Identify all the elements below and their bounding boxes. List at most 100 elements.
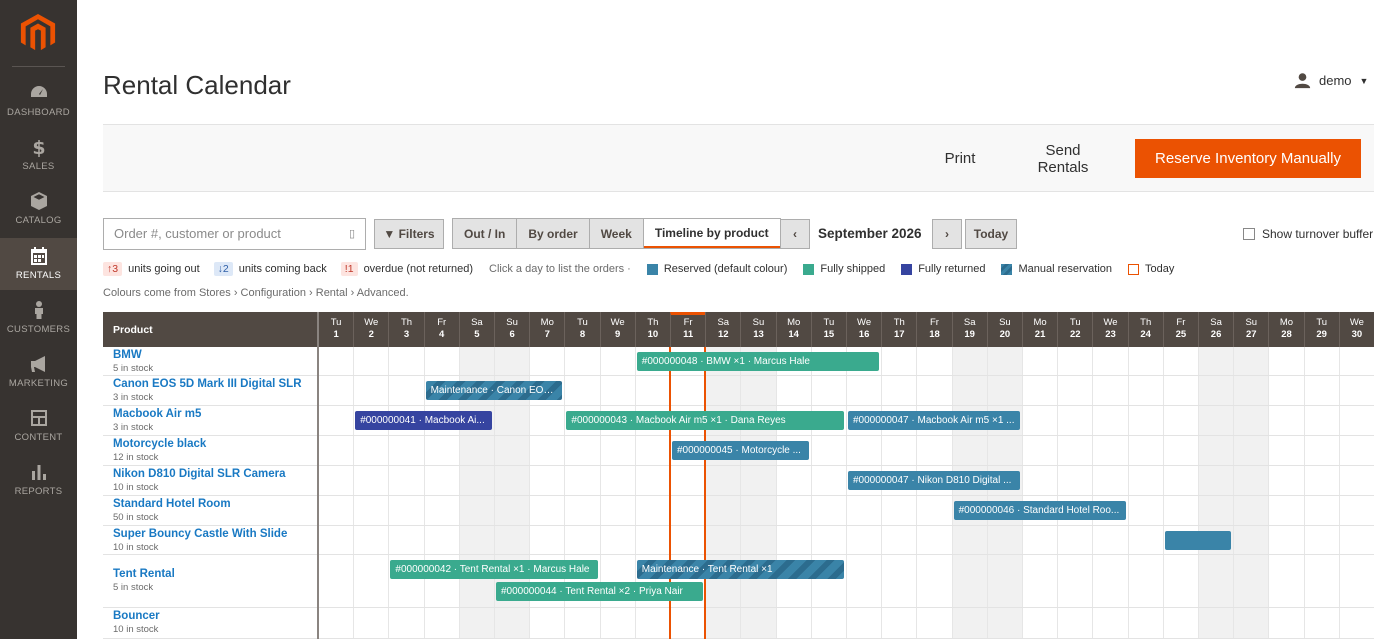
- view-tab-timeline[interactable]: Timeline by product: [643, 219, 780, 248]
- day-header[interactable]: We 30: [1338, 312, 1374, 347]
- day-number: 28: [1281, 329, 1292, 340]
- day-header[interactable]: We 2: [353, 312, 388, 347]
- day-header[interactable]: Tu 29: [1303, 312, 1339, 347]
- day-header[interactable]: Su 27: [1233, 312, 1268, 347]
- view-tab-week[interactable]: Week: [589, 219, 644, 248]
- timeline-header: Product Tu 1 We 2 Th 3 Fr 4 Sa 5 Su 6 Mo 7 Tu 8 We 9 Th 10 F…: [103, 312, 1374, 347]
- sidebar-item-content[interactable]: CONTENT: [0, 400, 77, 452]
- reservation-bar[interactable]: #000000047 · Macbook Air m5 ×1 ...: [848, 411, 1020, 430]
- day-header[interactable]: Tu 15: [810, 312, 846, 347]
- day-header[interactable]: Th 3: [388, 312, 423, 347]
- product-link[interactable]: Nikon D810 Digital SLR Camera: [113, 468, 286, 480]
- view-tab-by-order[interactable]: By order: [517, 219, 590, 248]
- day-header[interactable]: Sa 19: [951, 312, 987, 347]
- day-header[interactable]: Sa 5: [458, 312, 494, 347]
- today-button[interactable]: Today: [965, 219, 1017, 249]
- sidebar-item-label: CUSTOMERS: [6, 323, 71, 335]
- day-header[interactable]: Mo 7: [529, 312, 564, 347]
- day-number: 12: [717, 329, 729, 340]
- day-number: 3: [403, 329, 410, 340]
- reservation-bar[interactable]: #000000048 · BMW ×1 · Marcus Hale: [636, 352, 880, 371]
- reservation-bar[interactable]: Maintenance · Canon EOS...: [425, 381, 563, 400]
- view-tab-out-in[interactable]: Out / In: [453, 219, 518, 248]
- day-header[interactable]: Th 24: [1127, 312, 1163, 347]
- sidebar-item-catalog[interactable]: CATALOG: [0, 183, 77, 235]
- day-header[interactable]: Sa 12: [705, 312, 740, 347]
- reservation-bar[interactable]: [1164, 531, 1232, 550]
- next-month-button[interactable]: ›: [932, 219, 962, 249]
- today-swatch: [1128, 263, 1140, 275]
- out-label: units going out: [128, 263, 200, 275]
- day-header[interactable]: Fr 11: [670, 312, 706, 347]
- weekday-label: Tu: [1069, 317, 1081, 328]
- clear-search-icon[interactable]: ▯: [349, 219, 355, 249]
- reserved-swatch: [646, 263, 658, 275]
- day-header[interactable]: Th 17: [881, 312, 916, 347]
- sidebar-item-dashboard[interactable]: DASHBOARD: [0, 75, 77, 127]
- reserve-inventory-button[interactable]: Reserve Inventory Manually: [1135, 139, 1361, 178]
- day-header[interactable]: Sa 26: [1198, 312, 1233, 347]
- product-link[interactable]: Motorcycle black: [113, 438, 206, 450]
- day-header[interactable]: We 23: [1092, 312, 1127, 347]
- product-link[interactable]: Macbook Air m5: [113, 408, 201, 420]
- weekday-label: We: [857, 317, 872, 328]
- turnover-toggle[interactable]: Show turnover buffer: [1243, 227, 1373, 241]
- day-header[interactable]: Fr 4: [423, 312, 459, 347]
- weekday-label: Tu: [330, 317, 342, 328]
- send-rentals-button[interactable]: Send Rentals: [1009, 139, 1117, 178]
- view-switcher: Out / In By order Week Timeline by produ…: [452, 218, 781, 249]
- sidebar-item-marketing[interactable]: MARKETING: [0, 346, 77, 398]
- reservation-bar[interactable]: #000000045 · Motorcycle ...: [672, 441, 809, 460]
- search-input[interactable]: Order #, customer or product ▯: [103, 218, 366, 250]
- day-header[interactable]: Su 6: [494, 312, 529, 347]
- product-column-divider: [317, 312, 319, 639]
- magento-logo-icon[interactable]: [20, 14, 56, 52]
- product-link[interactable]: Bouncer: [113, 610, 160, 622]
- day-number: 2: [368, 329, 374, 340]
- product-row: Canon EOS 5D Mark III Digital SLR 3 in st…: [103, 376, 1374, 406]
- reservation-bar[interactable]: #000000047 · Nikon D810 Digital ...: [848, 471, 1020, 490]
- reservation-bar[interactable]: #000000044 · Tent Rental ×2 · Priya Nair: [496, 582, 704, 601]
- reservation-bar[interactable]: Maintenance · Tent Rental ×1: [636, 560, 844, 579]
- filters-button[interactable]: ▼ Filters: [374, 219, 444, 249]
- prev-month-button[interactable]: ‹: [780, 219, 810, 249]
- day-header[interactable]: Mo 14: [775, 312, 811, 347]
- product-link[interactable]: BMW: [113, 349, 142, 361]
- reservation-bar[interactable]: #000000042 · Tent Rental ×1 · Marcus Hal…: [390, 560, 598, 579]
- product-link[interactable]: Canon EOS 5D Mark III Digital SLR: [113, 378, 302, 390]
- reservation-bar[interactable]: #000000043 · Macbook Air m5 ×1 · Dana Re…: [566, 411, 844, 430]
- day-header[interactable]: Tu 8: [564, 312, 599, 347]
- day-number: 17: [893, 329, 905, 340]
- reservation-bar[interactable]: #000000046 · Standard Hotel Roo...: [953, 501, 1126, 520]
- sidebar-item-rentals[interactable]: RENTALS: [0, 237, 77, 290]
- day-header[interactable]: Mo 21: [1022, 312, 1057, 347]
- day-header[interactable]: Su 20: [986, 312, 1022, 347]
- page-actions: Print Send Rentals Reserve Inventory Man…: [103, 124, 1374, 192]
- day-number: 4: [439, 329, 445, 340]
- sidebar-item-sales[interactable]: $ SALES: [0, 129, 77, 181]
- product-link[interactable]: Standard Hotel Room: [113, 498, 231, 510]
- user-name: demo: [1319, 73, 1352, 88]
- user-menu[interactable]: demo ▼: [1294, 72, 1368, 89]
- sidebar-item-reports[interactable]: REPORTS: [0, 454, 77, 506]
- print-button[interactable]: Print: [933, 139, 987, 178]
- legend-hint: Click a day to list the orders ·: [489, 263, 631, 275]
- day-header[interactable]: Su 13: [740, 312, 775, 347]
- day-header[interactable]: We 9: [599, 312, 635, 347]
- product-link[interactable]: Tent Rental: [113, 568, 175, 580]
- stock-count: 10 in stock: [113, 624, 159, 635]
- day-header[interactable]: Fr 25: [1162, 312, 1198, 347]
- day-header[interactable]: We 16: [846, 312, 881, 347]
- day-header[interactable]: Mo 28: [1268, 312, 1303, 347]
- weekday-label: Tu: [577, 317, 588, 328]
- day-header[interactable]: Th 10: [634, 312, 670, 347]
- reservation-bar[interactable]: #000000041 · Macbook Ai...: [355, 411, 492, 430]
- overdue-count-badge: !1: [340, 262, 358, 276]
- sidebar-item-customers[interactable]: CUSTOMERS: [0, 292, 77, 344]
- product-link[interactable]: Super Bouncy Castle With Slide: [113, 528, 287, 540]
- day-number: 9: [615, 329, 621, 340]
- turnover-checkbox[interactable]: [1243, 228, 1255, 240]
- day-header[interactable]: Fr 18: [916, 312, 951, 347]
- day-header[interactable]: Tu 1: [318, 312, 353, 347]
- day-header[interactable]: Tu 22: [1057, 312, 1092, 347]
